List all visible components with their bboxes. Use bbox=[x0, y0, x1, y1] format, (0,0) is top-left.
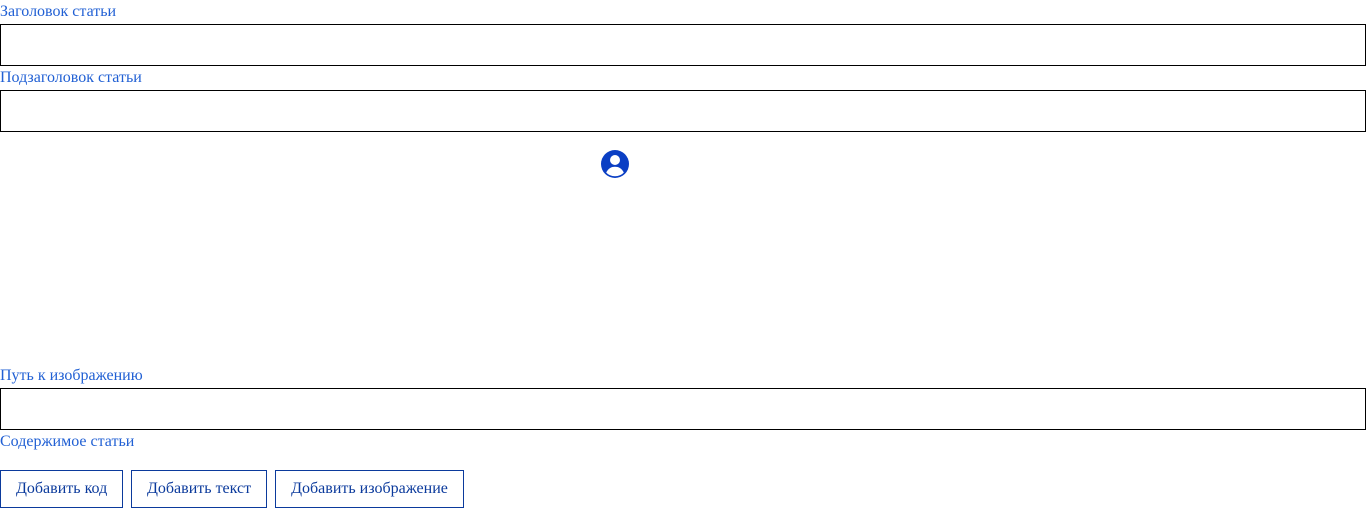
add-code-button[interactable]: Добавить код bbox=[0, 470, 123, 508]
image-path-label: Путь к изображению bbox=[0, 367, 143, 384]
article-content-label: Содержимое статьи bbox=[0, 433, 135, 450]
article-title-label: Заголовок статьи bbox=[0, 3, 117, 20]
image-path-input[interactable] bbox=[0, 388, 1366, 430]
add-text-button[interactable]: Добавить текст bbox=[131, 470, 267, 508]
image-preview bbox=[599, 148, 631, 180]
add-image-button[interactable]: Добавить изображение bbox=[275, 470, 464, 508]
article-subtitle-label: Подзаголовок статьи bbox=[0, 69, 142, 86]
article-subtitle-input[interactable] bbox=[0, 90, 1366, 132]
user-circle-icon bbox=[601, 150, 629, 178]
article-title-input[interactable] bbox=[0, 24, 1366, 66]
